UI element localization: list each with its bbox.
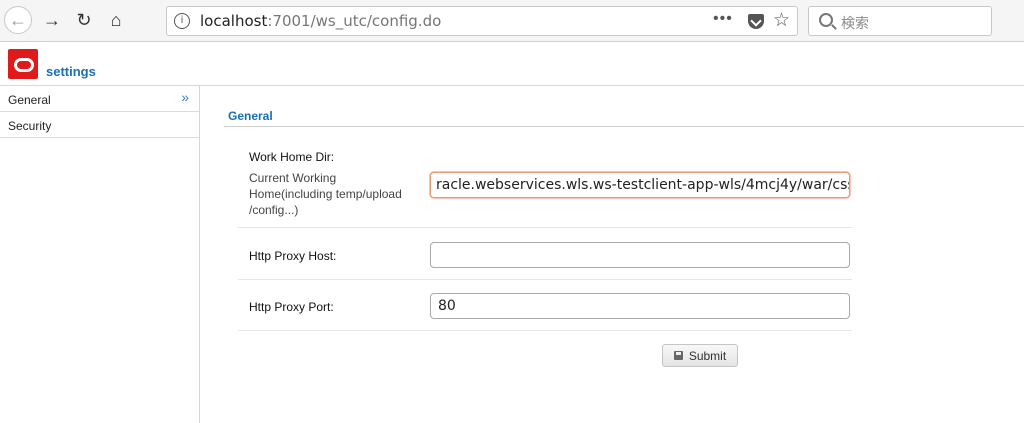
app-title: settings (46, 64, 96, 79)
submit-label: Submit (688, 348, 727, 363)
proxy-port-input[interactable]: 80 (430, 293, 850, 319)
sidebar-item-general[interactable]: General » (0, 86, 199, 112)
reload-icon[interactable]: ↻ (70, 6, 98, 34)
info-icon[interactable]: i (174, 13, 190, 29)
work-home-description: Current Working Home(including temp/uplo… (249, 171, 402, 217)
row-divider (238, 227, 852, 228)
home-icon[interactable]: ⌂ (102, 6, 130, 34)
sidebar-item-label: Security (8, 119, 52, 133)
sidebar-item-security[interactable]: Security (0, 112, 199, 138)
row-divider (238, 279, 852, 280)
forward-icon[interactable]: → (38, 6, 66, 34)
url-text[interactable]: localhost:7001/ws_utc/config.do (200, 12, 441, 30)
search-placeholder: 検索 (841, 16, 869, 32)
section-title: General (228, 109, 273, 123)
row-divider (238, 330, 852, 331)
browser-toolbar: ← → ↻ ⌂ i localhost:7001/ws_utc/config.d… (0, 0, 1024, 42)
work-home-label: Work Home Dir: (249, 150, 335, 164)
oracle-logo (8, 49, 38, 79)
save-icon (673, 351, 683, 360)
search-icon (819, 13, 833, 27)
back-icon[interactable]: ← (4, 6, 32, 34)
sidebar: General » Security (0, 86, 200, 423)
proxy-host-label: Http Proxy Host: (249, 249, 337, 263)
proxy-host-input[interactable] (430, 242, 850, 268)
pocket-icon[interactable] (748, 14, 764, 29)
sidebar-item-label: General (8, 93, 51, 107)
proxy-port-label: Http Proxy Port: (249, 300, 334, 314)
double-chevron-right-icon: » (181, 89, 189, 105)
page-actions-icon[interactable]: ••• (713, 10, 733, 28)
section-divider (224, 126, 1024, 127)
work-home-dir-input[interactable]: racle.webservices.wls.ws-testclient-app-… (430, 172, 850, 198)
search-bar[interactable]: 検索 (808, 6, 992, 36)
submit-button[interactable]: Submit (662, 344, 738, 367)
url-host: localhost (200, 12, 268, 30)
bookmark-star-icon[interactable]: ☆ (773, 9, 790, 32)
url-bar[interactable]: i localhost:7001/ws_utc/config.do ••• ☆ (166, 6, 798, 36)
url-path: :7001/ws_utc/config.do (267, 12, 442, 30)
